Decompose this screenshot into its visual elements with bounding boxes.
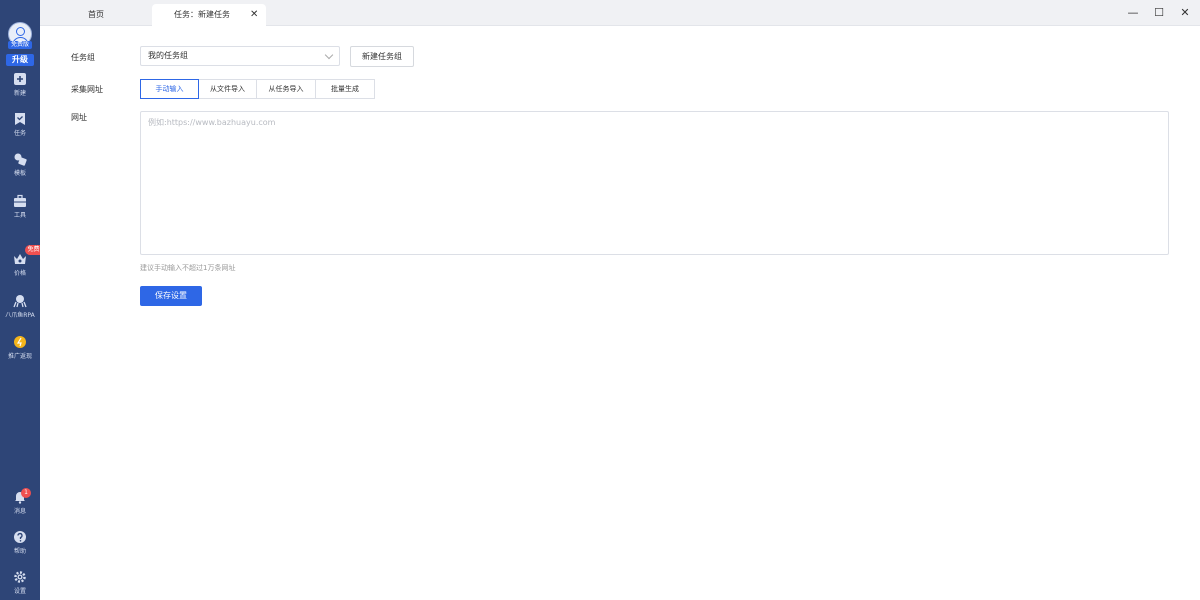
sidebar-item-label: 任务 [13,130,26,137]
sidebar-item-label: 设置 [13,588,26,595]
close-icon[interactable]: ✕ [250,4,258,26]
new-task-form: 任务组 我的任务组 新建任务组 采集网址 手动输入 从文件导入 从任务导入 批量… [40,26,1200,600]
tab-bar: 首页 任务：新建任务 ✕ — ☐ ✕ [40,0,1200,26]
tab-home[interactable]: 首页 [88,4,108,26]
task-group-label: 任务组 [71,53,95,62]
url-placeholder: 例如:https://www.bazhuayu.com [148,118,276,127]
url-label: 网址 [71,113,87,122]
sidebar-item-label: 新建 [13,90,26,97]
sidebar-item-label: 八爪鱼RPA [5,312,35,319]
plan-tag: 免费版 [8,41,32,49]
crown-icon [14,254,26,264]
sidebar: 免费版 升级 新建 任务 模板 工具 价格 八爪鱼RPA 推广返现 消息 帮助 … [0,0,54,600]
sidebar-item-new[interactable]: 新建 [0,72,40,104]
task-group-value: 我的任务组 [148,51,188,60]
minimize-button[interactable]: — [1120,0,1146,26]
help-icon [14,531,26,543]
sidebar-item-referral[interactable]: 推广返现 [0,335,40,367]
sidebar-item-template[interactable]: 模板 [0,152,40,184]
template-icon [14,153,27,166]
maximize-button[interactable]: ☐ [1146,0,1172,26]
new-task-group-button[interactable]: 新建任务组 [350,46,414,67]
tab-manual-input[interactable]: 手动输入 [140,79,199,99]
sidebar-item-messages[interactable]: 消息 [0,490,40,522]
tab-import-from-file[interactable]: 从文件导入 [198,79,257,99]
chevron-down-icon [324,50,334,60]
tab-new-task[interactable]: 任务：新建任务 ✕ [152,4,266,26]
sidebar-item-tools[interactable]: 工具 [0,194,40,226]
sidebar-item-label: 消息 [13,508,26,515]
bookmark-task-icon [15,113,25,125]
url-textarea[interactable]: 例如:https://www.bazhuayu.com [140,111,1169,255]
save-settings-button[interactable]: 保存设置 [140,286,202,306]
task-group-select[interactable]: 我的任务组 [140,46,340,66]
coin-icon [14,336,26,348]
toolbox-icon [14,194,26,207]
app-window: 免费版 升级 新建 任务 模板 工具 价格 八爪鱼RPA 推广返现 消息 帮助 … [0,0,1200,600]
octopus-icon [13,295,27,308]
sidebar-item-label: 推广返现 [7,353,32,360]
sidebar-item-price[interactable]: 价格 [0,252,40,284]
sidebar-item-settings[interactable]: 设置 [0,570,40,600]
window-close-button[interactable]: ✕ [1172,0,1198,26]
plus-square-icon [14,73,26,85]
sidebar-item-task[interactable]: 任务 [0,112,40,144]
url-hint: 建议手动输入不超过1万条网址 [140,264,236,272]
collect-url-label: 采集网址 [71,85,103,94]
sidebar-item-label: 价格 [13,270,26,277]
upgrade-button[interactable]: 升级 [6,54,34,66]
sidebar-item-rpa[interactable]: 八爪鱼RPA [0,294,40,326]
tab-batch-generate[interactable]: 批量生成 [315,79,375,99]
sidebar-item-label: 工具 [13,212,26,219]
tab-import-from-task[interactable]: 从任务导入 [256,79,316,99]
tab-label: 任务：新建任务 [174,10,230,19]
sidebar-item-label: 帮助 [13,548,26,555]
sidebar-item-help[interactable]: 帮助 [0,530,40,562]
sidebar-item-label: 模板 [13,170,26,177]
message-count-badge: 1 [21,488,31,498]
gear-icon [14,571,26,583]
